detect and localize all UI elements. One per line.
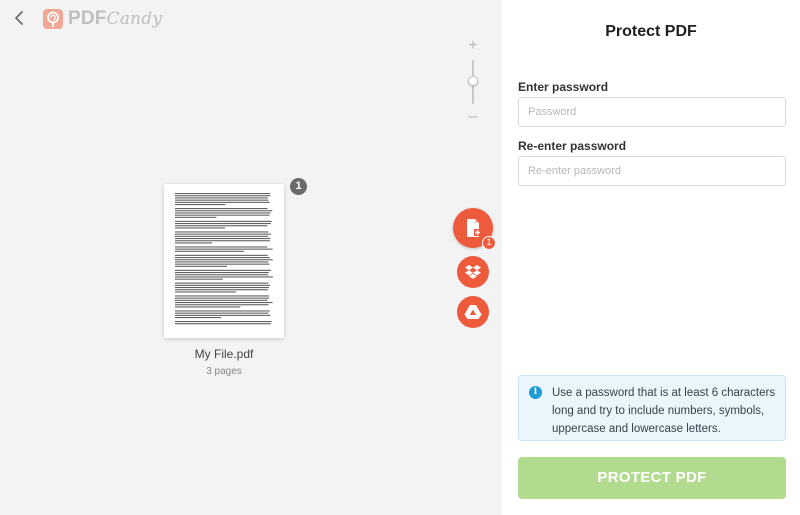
- candy-logo-icon: [43, 9, 63, 29]
- add-file-button[interactable]: 1: [453, 208, 496, 250]
- reenter-password-input[interactable]: [518, 156, 786, 186]
- file-plus-icon: [467, 219, 481, 237]
- protect-panel: Protect PDF Enter password Re-enter pass…: [502, 0, 800, 515]
- info-icon: i: [529, 386, 542, 399]
- file-name: My File.pdf: [194, 347, 254, 361]
- back-button[interactable]: [10, 8, 30, 28]
- chevron-left-icon: [15, 11, 23, 25]
- brand-name: PDFCandy: [68, 8, 162, 30]
- brand-pdf: PDF: [68, 8, 107, 29]
- workspace: PDFCandy + – 1 My File.pdf 3 pages 1: [0, 0, 502, 515]
- file-thumbnail[interactable]: [164, 184, 284, 338]
- reenter-password-label: Re-enter password: [518, 139, 627, 153]
- password-label: Enter password: [518, 80, 609, 94]
- file-page-count: 3 pages: [206, 366, 242, 377]
- password-hint-box: i Use a password that is at least 6 char…: [518, 375, 786, 441]
- password-input[interactable]: [518, 97, 786, 127]
- panel-title: Protect PDF: [605, 23, 697, 40]
- google-drive-button[interactable]: [457, 296, 489, 328]
- page-preview: [175, 193, 273, 325]
- brand-candy: Candy: [106, 9, 163, 29]
- file-count-badge: 1: [290, 178, 307, 195]
- zoom-slider-thumb[interactable]: [468, 76, 478, 86]
- pdfcandy-logo[interactable]: PDFCandy: [42, 8, 162, 30]
- protect-pdf-button[interactable]: PROTECT PDF: [518, 457, 786, 499]
- google-drive-icon: [464, 305, 482, 319]
- zoom-control: + –: [462, 38, 484, 125]
- zoom-in-button[interactable]: +: [462, 38, 484, 54]
- dropbox-button[interactable]: [457, 256, 489, 288]
- add-file-count-badge: 1: [482, 236, 496, 250]
- zoom-out-button[interactable]: –: [462, 109, 484, 125]
- password-hint-text: Use a password that is at least 6 charac…: [552, 387, 776, 435]
- dropbox-icon: [465, 265, 481, 279]
